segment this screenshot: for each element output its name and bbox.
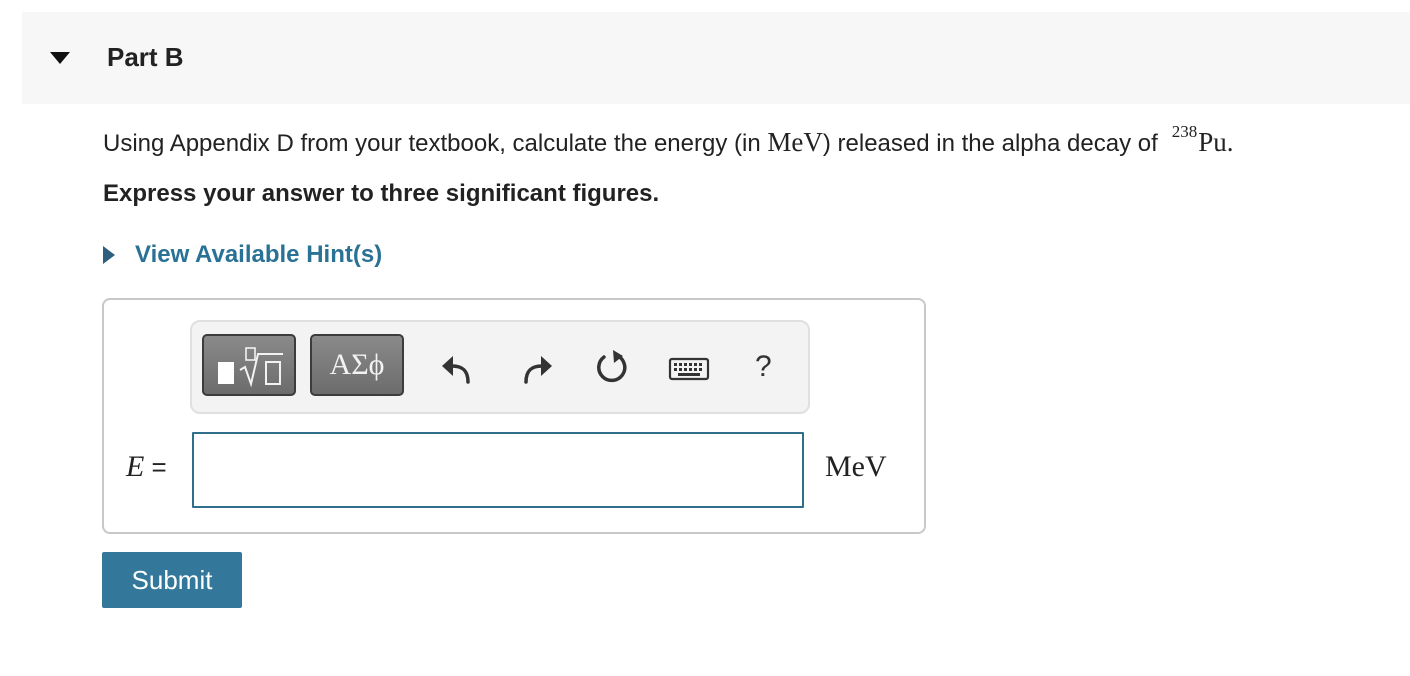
- question-text: Using Appendix D from your textbook, cal…: [103, 122, 1234, 166]
- part-title: Part B: [107, 42, 184, 72]
- part-header[interactable]: [22, 12, 1410, 104]
- undo-icon[interactable]: [438, 348, 478, 388]
- greek-symbols-button[interactable]: ΑΣϕ: [310, 334, 404, 396]
- question-text-before: Using Appendix D from your textbook, cal…: [103, 130, 768, 157]
- templates-button[interactable]: [202, 334, 296, 396]
- expand-triangle-icon: [103, 246, 115, 264]
- question-end-period: .: [1226, 127, 1234, 157]
- equals-sign: =: [144, 452, 167, 482]
- answer-input[interactable]: [192, 432, 804, 508]
- redo-icon[interactable]: [516, 348, 556, 388]
- greek-symbols-label: ΑΣϕ: [329, 348, 385, 381]
- math-toolbar: ΑΣϕ ?: [190, 320, 810, 414]
- isotope-symbol: Pu: [1198, 127, 1227, 157]
- question-text-after: ) released in the alpha decay of: [822, 130, 1158, 157]
- view-hints-link[interactable]: View Available Hint(s): [103, 238, 382, 272]
- help-button[interactable]: ?: [755, 350, 772, 384]
- view-hints-label: View Available Hint(s): [135, 241, 383, 268]
- isotope-mass-number: 238: [1171, 122, 1198, 141]
- templates-icon: [218, 347, 283, 388]
- submit-button[interactable]: Submit: [102, 552, 242, 608]
- question-unit: MeV: [767, 127, 823, 157]
- variable-label: E =: [126, 450, 167, 484]
- collapse-triangle-icon[interactable]: [50, 52, 70, 64]
- keyboard-icon[interactable]: [667, 348, 711, 388]
- variable-symbol: E: [126, 450, 145, 483]
- answer-unit-label: MeV: [825, 450, 887, 483]
- answer-instruction: Express your answer to three significant…: [103, 180, 660, 207]
- reset-icon[interactable]: [592, 348, 632, 388]
